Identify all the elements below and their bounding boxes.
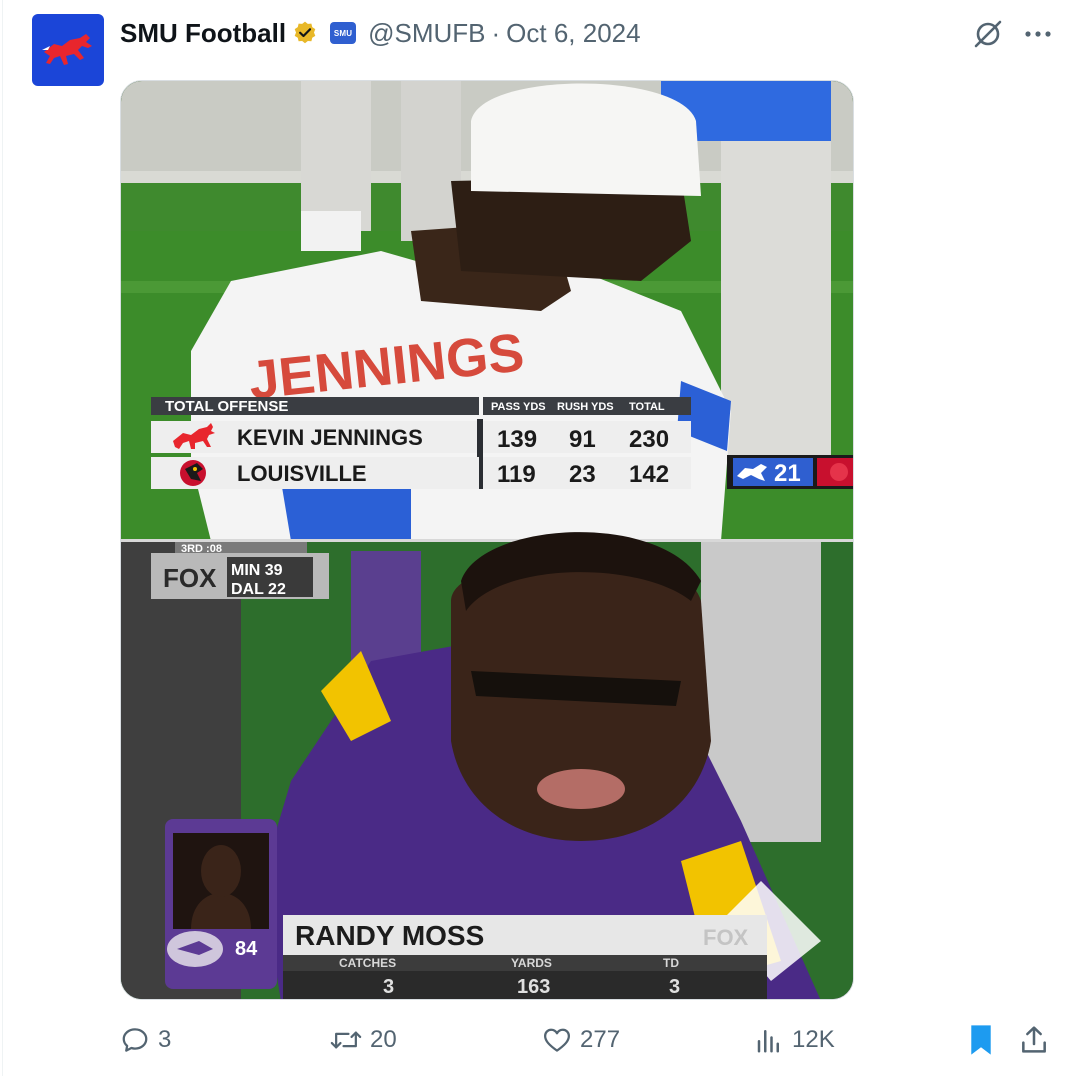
timestamp[interactable]: Oct 6, 2024 xyxy=(506,18,640,49)
tweet-media[interactable]: JENNINGS TOTAL OFFENSE PASS YDS RUSH YDS… xyxy=(120,80,854,1000)
player-name: RANDY MOSS xyxy=(295,920,484,951)
row2-rush: 23 xyxy=(569,461,596,488)
bookmark-button[interactable] xyxy=(966,1018,1004,1062)
more-icon[interactable] xyxy=(1020,20,1056,48)
val-catches: 3 xyxy=(383,976,394,998)
action-bar: 3 20 277 12K xyxy=(120,1018,1060,1062)
col-total: TOTAL xyxy=(629,401,665,413)
fox-score-bug: 3RD :08 FOX MIN 39 DAL 22 xyxy=(151,542,329,599)
louisville-logo-icon xyxy=(180,460,206,486)
avatar[interactable] xyxy=(32,14,104,86)
fox-watermark: FOX xyxy=(703,925,749,950)
player-number: 84 xyxy=(235,938,258,960)
like-icon xyxy=(544,1028,570,1052)
display-name[interactable]: SMU Football xyxy=(120,18,286,49)
score-bug: 21 xyxy=(727,455,853,489)
score-value: 21 xyxy=(774,460,801,487)
share-button[interactable] xyxy=(1018,1018,1058,1062)
grok-icon[interactable] xyxy=(970,16,1006,52)
views-count: 12K xyxy=(792,1026,835,1053)
tweet-header: SMU Football SMU @SMUFB · Oct 6, 2024 xyxy=(120,14,641,52)
reply-button[interactable]: 3 xyxy=(120,1018,171,1062)
total-offense-graphic: TOTAL OFFENSE PASS YDS RUSH YDS TOTAL KE… xyxy=(151,397,691,489)
reply-icon xyxy=(122,1028,148,1052)
fox-logo: FOX xyxy=(163,563,217,593)
col-rush-yds: RUSH YDS xyxy=(557,401,614,413)
val-td: 3 xyxy=(669,976,680,998)
tweet: SMU Football SMU @SMUFB · Oct 6, 2024 JE… xyxy=(0,0,1076,1076)
like-button[interactable]: 277 xyxy=(542,1018,620,1062)
row1-rush: 91 xyxy=(569,426,596,453)
row1-total: 230 xyxy=(629,426,669,453)
col-td: TD xyxy=(663,956,679,970)
score-line-1: MIN 39 xyxy=(231,562,283,579)
like-count: 277 xyxy=(580,1026,621,1053)
row1-pass: 139 xyxy=(497,426,537,453)
views-button[interactable]: 12K xyxy=(754,1018,835,1062)
separator: · xyxy=(491,17,501,48)
mustang-logo-icon xyxy=(42,34,92,65)
handle[interactable]: @SMUFB xyxy=(368,18,485,49)
timeline-divider xyxy=(2,0,3,1076)
views-icon xyxy=(757,1030,779,1053)
val-yards: 163 xyxy=(517,976,550,998)
col-catches: CATCHES xyxy=(339,956,396,970)
retweet-icon xyxy=(330,1031,362,1049)
media-image: JENNINGS TOTAL OFFENSE PASS YDS RUSH YDS… xyxy=(121,81,853,999)
row2-pass: 119 xyxy=(497,461,536,488)
col-yards: YARDS xyxy=(511,956,552,970)
row1-name: KEVIN JENNINGS xyxy=(237,425,423,450)
row2-name: LOUISVILLE xyxy=(237,461,367,486)
retweet-count: 20 xyxy=(370,1026,397,1053)
affiliate-badge[interactable]: SMU xyxy=(330,22,357,44)
verified-badge-icon[interactable] xyxy=(292,20,318,46)
share-icon xyxy=(1022,1026,1046,1053)
reply-count: 3 xyxy=(158,1026,172,1053)
col-pass-yds: PASS YDS xyxy=(491,401,546,413)
row2-total: 142 xyxy=(629,461,669,488)
bookmark-icon xyxy=(971,1025,991,1055)
retweet-button[interactable]: 20 xyxy=(330,1018,397,1062)
score-line-2: DAL 22 xyxy=(231,581,286,598)
graphic-header: TOTAL OFFENSE xyxy=(165,398,288,415)
